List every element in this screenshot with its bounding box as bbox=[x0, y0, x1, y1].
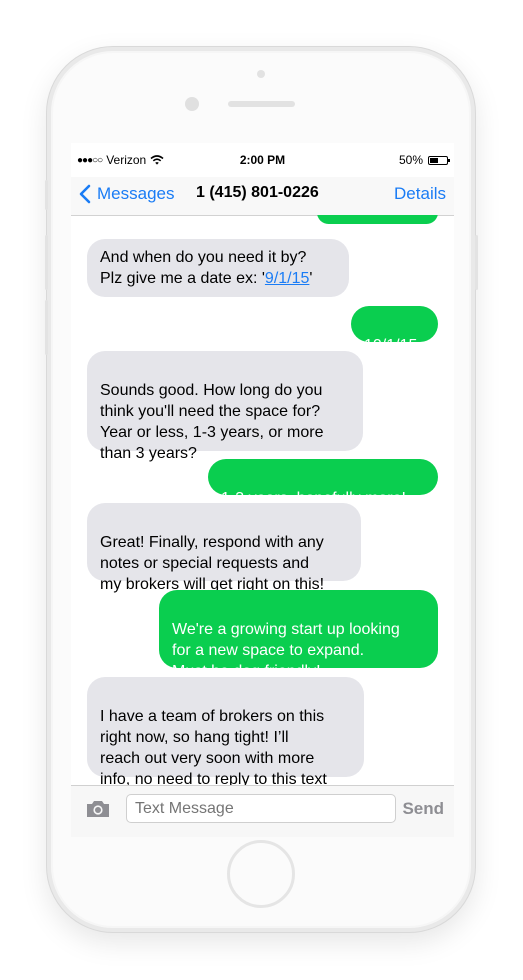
side-button-mute bbox=[45, 180, 48, 210]
battery-tip bbox=[448, 158, 450, 162]
message-list: Creative/teen And when do you need it by… bbox=[71, 215, 454, 785]
proximity-sensor bbox=[257, 70, 265, 78]
send-button[interactable]: Send bbox=[402, 799, 444, 819]
date-link[interactable]: 9/1/15 bbox=[265, 270, 309, 287]
message-bubble-incoming: Sounds good. How long do you think you'l… bbox=[87, 351, 363, 462]
message-bubble-outgoing: 10/1/15 bbox=[351, 306, 438, 354]
camera-icon[interactable] bbox=[85, 799, 111, 819]
status-bar: ●●●○○ Verizon 2:00 PM 50% bbox=[71, 143, 454, 177]
status-time: 2:00 PM bbox=[239, 153, 286, 167]
side-button-volume-down bbox=[45, 300, 48, 355]
conversation-title: 1 (415) 801-0226 bbox=[196, 184, 319, 201]
message-bubble-outgoing: We're a growing start up looking for a n… bbox=[159, 590, 438, 680]
side-button-volume-up bbox=[45, 235, 48, 290]
message-bubble-outgoing: 1-3 years, hopefully more! bbox=[208, 459, 438, 507]
front-camera bbox=[185, 97, 199, 111]
battery-fill bbox=[430, 157, 438, 163]
message-text: We're a growing start up looking for a n… bbox=[172, 621, 400, 680]
status-right: 50% bbox=[398, 153, 450, 167]
home-button[interactable] bbox=[227, 840, 295, 908]
details-button[interactable]: Details bbox=[394, 184, 446, 204]
date-link[interactable]: 10/1/15 bbox=[364, 337, 417, 354]
message-text: Creative/teen bbox=[330, 224, 426, 241]
back-chevron-icon bbox=[79, 184, 91, 204]
message-text: Great! Finally, respond with any notes o… bbox=[100, 534, 325, 593]
earpiece-speaker bbox=[228, 101, 295, 107]
message-bubble-incoming: Great! Finally, respond with any notes o… bbox=[87, 503, 361, 593]
back-label: Messages bbox=[97, 184, 175, 203]
message-text: Sounds good. How long do you think you'l… bbox=[100, 382, 324, 462]
message-bubble-incoming: I have a team of brokers on this right n… bbox=[87, 677, 364, 785]
message-input[interactable] bbox=[126, 794, 396, 823]
message-text: I have a team of brokers on this right n… bbox=[100, 708, 327, 785]
battery-icon bbox=[428, 155, 450, 165]
back-button[interactable]: Messages bbox=[77, 183, 174, 205]
navigation-bar: Messages 1 (415) 801-0226 Details bbox=[71, 177, 454, 216]
message-composer: Send bbox=[71, 785, 454, 837]
message-bubble-outgoing: Creative/teen bbox=[317, 215, 438, 241]
message-bubble-incoming: And when do you need it by? Plz give me … bbox=[87, 239, 349, 297]
side-button-power bbox=[475, 235, 478, 290]
battery-percent: 50% bbox=[398, 153, 423, 167]
message-text: ' bbox=[309, 270, 313, 287]
screen: ●●●○○ Verizon 2:00 PM 50% Messages 1 (41… bbox=[71, 143, 454, 837]
